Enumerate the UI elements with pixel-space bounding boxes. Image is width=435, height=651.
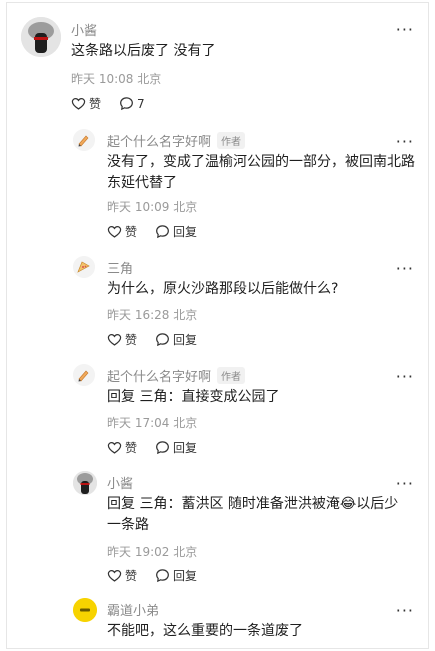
reply-text: 不能吧，这么重要的一条道废了	[107, 623, 303, 639]
reply-bubble-icon	[156, 441, 169, 455]
author-name-text: 起个什么名字好啊	[107, 370, 212, 385]
reply-timestamp: 昨天 19:02 北京	[107, 545, 198, 559]
reply-actions: 赞 回复	[107, 567, 215, 584]
reply-actions: 赞 回复	[107, 331, 215, 348]
more-dots-icon[interactable]: ···	[396, 476, 414, 492]
reply-item: 霸道小弟 ··· 不能吧，这么重要的一条道废了	[7, 593, 428, 651]
reply-button[interactable]: 回复	[155, 223, 197, 240]
reply-label: 回复	[173, 225, 198, 239]
reply-bubble-icon	[156, 333, 169, 347]
more-dots-icon[interactable]: ···	[396, 22, 414, 38]
author-badge: 作者	[217, 132, 246, 149]
reply-actions: 赞 回复	[107, 439, 215, 456]
reply-item: 起个什么名字好啊 作者 ··· 没有了，变成了温榆河公园的一部分，被回南北路东延代…	[7, 121, 428, 239]
avatar[interactable]	[21, 17, 61, 57]
reply-author-name[interactable]: 霸道小弟	[107, 600, 159, 619]
reply-text: 回复 三角：直接变成公园了	[107, 389, 280, 405]
reply-item: 三角 ··· 为什么，原火沙路那段以后能做什么? 昨天 16:28 北京 赞 回…	[7, 248, 428, 348]
reply-author-name[interactable]: 小酱	[107, 473, 133, 492]
reply-label: 回复	[173, 441, 198, 455]
avatar[interactable]	[73, 364, 95, 386]
more-dots-icon[interactable]: ···	[396, 134, 414, 150]
reply-author-name[interactable]: 起个什么名字好啊 作者	[107, 366, 246, 385]
reply-count-button[interactable]: 7	[119, 96, 145, 111]
comment-timestamp: 昨天 10:08 北京	[71, 72, 162, 86]
thumbs-up-icon	[107, 442, 122, 454]
reply-timestamp: 昨天 16:28 北京	[107, 308, 198, 322]
reply-text: 没有了，变成了温榆河公园的一部分，被回南北路东延代替了	[107, 154, 415, 191]
reply-author-name[interactable]: 起个什么名字好啊 作者	[107, 131, 246, 150]
reply-actions: 赞 回复	[107, 223, 215, 240]
more-dots-icon[interactable]: ···	[396, 261, 414, 277]
comment-author-name[interactable]: 小酱	[71, 20, 97, 39]
avatar[interactable]	[73, 598, 97, 622]
reply-timestamp: 昨天 10:09 北京	[107, 200, 198, 214]
reply-author-name[interactable]: 三角	[107, 258, 133, 277]
reply-item: 起个什么名字好啊 作者 ··· 回复 三角：直接变成公园了 昨天 17:04 北京…	[7, 356, 428, 456]
avatar[interactable]	[73, 256, 95, 278]
reply-label: 回复	[173, 333, 198, 347]
reply-bubble-icon	[156, 569, 169, 583]
like-label: 赞	[89, 97, 102, 111]
like-label: 赞	[125, 333, 138, 347]
like-button[interactable]: 赞	[107, 223, 137, 240]
reply-label: 回复	[173, 569, 198, 583]
comment-actions: 赞 7	[71, 95, 163, 112]
comment-item: 小酱 ··· 这条路以后废了 没有了 昨天 10:08 北京 赞 7	[7, 3, 428, 121]
like-label: 赞	[125, 225, 138, 239]
comment-bubble-icon	[120, 97, 133, 111]
like-button[interactable]: 赞	[107, 567, 137, 584]
more-dots-icon[interactable]: ···	[396, 603, 414, 619]
thumbs-up-icon	[71, 98, 86, 110]
more-dots-icon[interactable]: ···	[396, 369, 414, 385]
avatar[interactable]	[73, 129, 95, 151]
thumbs-up-icon	[107, 334, 122, 346]
like-button[interactable]: 赞	[107, 331, 137, 348]
like-button[interactable]: 赞	[71, 95, 101, 112]
like-button[interactable]: 赞	[107, 439, 137, 456]
reply-text: 回复 三角：蓄洪区 随时准备泄洪被淹😂以后少一条路	[107, 494, 407, 536]
like-label: 赞	[125, 569, 138, 583]
comment-text: 这条路以后废了 没有了	[71, 43, 216, 59]
author-name-text: 起个什么名字好啊	[107, 135, 212, 150]
avatar[interactable]	[73, 471, 97, 495]
reply-button[interactable]: 回复	[155, 439, 197, 456]
comment-thread: 小酱 ··· 这条路以后废了 没有了 昨天 10:08 北京 赞 7 起个什么名…	[6, 2, 429, 649]
reply-text-part: 回复 三角：蓄洪区 随时准备泄洪被淹	[107, 496, 340, 512]
like-label: 赞	[125, 441, 138, 455]
reply-timestamp: 昨天 17:04 北京	[107, 416, 198, 430]
reply-bubble-icon	[156, 225, 169, 239]
author-badge: 作者	[217, 367, 246, 384]
reply-count: 7	[137, 96, 145, 111]
reply-item: 小酱 ··· 回复 三角：蓄洪区 随时准备泄洪被淹😂以后少一条路 昨天 19:0…	[7, 465, 428, 583]
reply-button[interactable]: 回复	[155, 331, 197, 348]
reply-text: 为什么，原火沙路那段以后能做什么?	[107, 281, 339, 297]
thumbs-up-icon	[107, 226, 122, 238]
reply-button[interactable]: 回复	[155, 567, 197, 584]
thumbs-up-icon	[107, 570, 122, 582]
laughing-emoji: 😂	[339, 496, 357, 512]
